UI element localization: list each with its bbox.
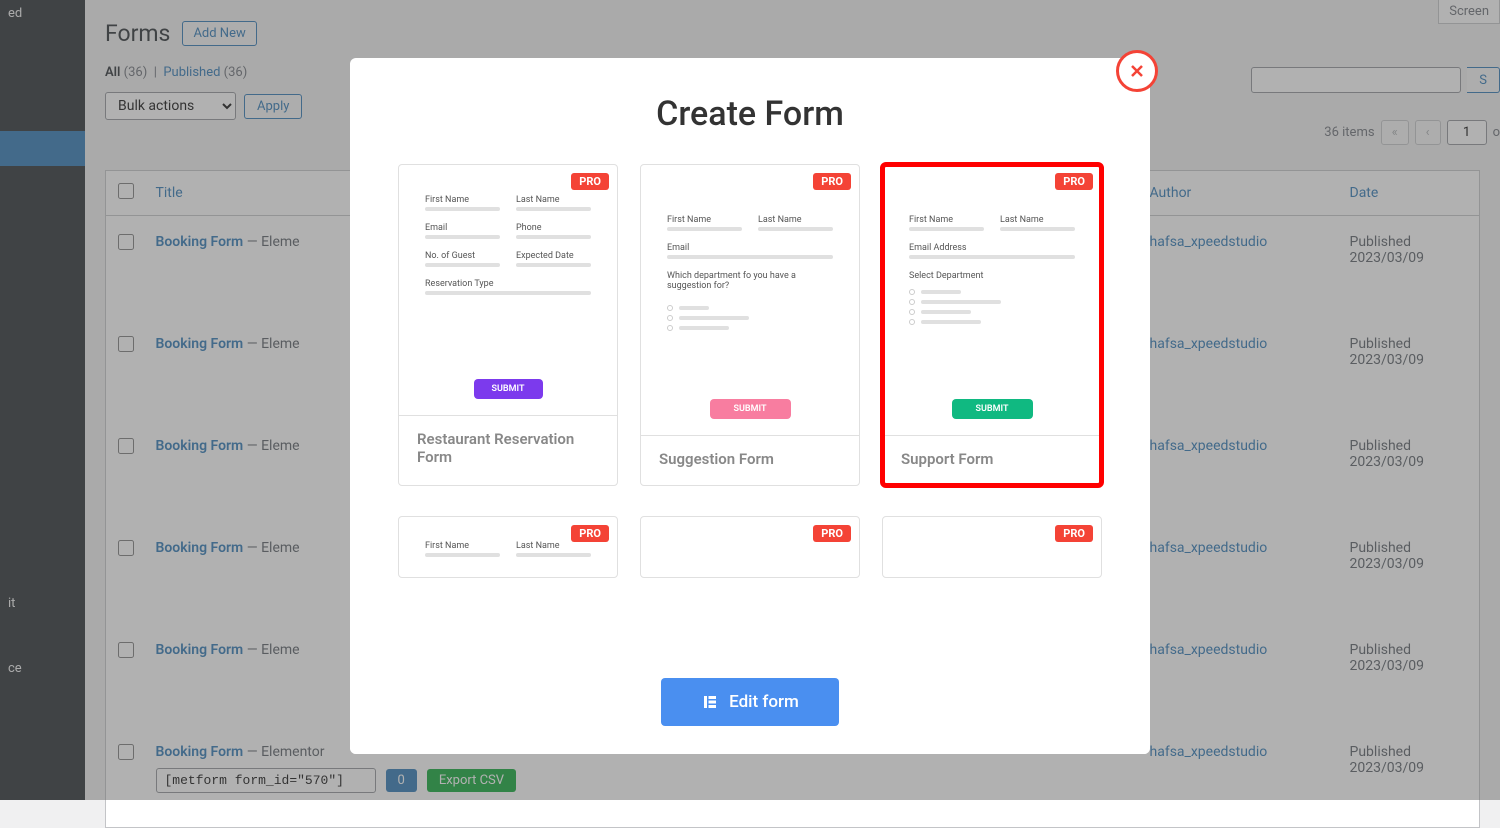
template-card[interactable]: PRO First Name Last Name: [398, 516, 618, 578]
template-support[interactable]: PRO First Name Last Name Email Address S…: [882, 164, 1102, 486]
edit-form-button[interactable]: Edit form: [661, 678, 839, 726]
create-form-modal: Create Form PRO First Name Last Name Ema…: [350, 58, 1150, 754]
modal-close-button[interactable]: [1116, 50, 1158, 92]
pro-badge: PRO: [571, 525, 609, 542]
close-icon: [1127, 61, 1147, 81]
template-name: Support Form: [883, 435, 1101, 482]
preview-submit: SUBMIT: [474, 379, 543, 399]
pro-badge: PRO: [1055, 525, 1093, 542]
template-restaurant-reservation[interactable]: PRO First Name Last Name Email Phone No.…: [398, 164, 618, 486]
pro-badge: PRO: [813, 173, 851, 190]
elementor-icon: [701, 693, 719, 711]
pro-badge: PRO: [1055, 173, 1093, 190]
preview-submit: SUBMIT: [710, 399, 791, 419]
preview-submit: SUBMIT: [952, 399, 1033, 419]
pro-badge: PRO: [571, 173, 609, 190]
template-name: Suggestion Form: [641, 435, 859, 482]
pro-badge: PRO: [813, 525, 851, 542]
template-card[interactable]: PRO: [882, 516, 1102, 578]
template-card[interactable]: PRO: [640, 516, 860, 578]
template-name: Restaurant Reservation Form: [399, 415, 617, 485]
modal-title: Create Form: [398, 94, 1102, 134]
template-suggestion[interactable]: PRO First Name Last Name Email Which dep…: [640, 164, 860, 486]
